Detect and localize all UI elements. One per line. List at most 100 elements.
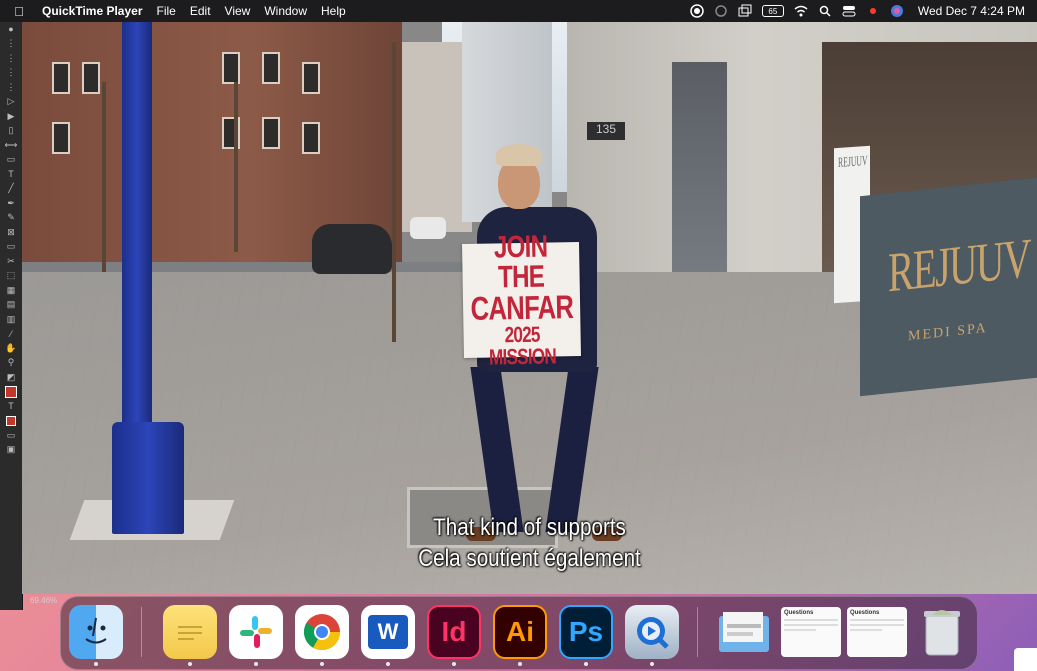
page-tool-icon[interactable]: ▯ (0, 124, 22, 139)
illustrator-letters: Ai (506, 616, 534, 647)
slack-icon[interactable] (229, 605, 283, 659)
photoshop-icon[interactable]: Ps (559, 605, 613, 659)
running-indicator (320, 662, 324, 666)
word-icon[interactable]: W (361, 605, 415, 659)
gradient-feather-tool-icon[interactable]: ▤ (0, 298, 22, 313)
poster-text: REJUUV (838, 153, 868, 171)
zoom-tool-icon[interactable]: ⚲ (0, 356, 22, 371)
menu-bar:  QuickTime Player File Edit View Window… (0, 0, 1037, 22)
scissors-tool-icon[interactable]: ✂ (0, 254, 22, 269)
menu-edit[interactable]: Edit (190, 4, 211, 18)
trash-icon[interactable] (915, 605, 969, 659)
running-indicator (386, 662, 390, 666)
pencil-tool-icon[interactable]: ✎ (0, 211, 22, 226)
running-indicator (188, 662, 192, 666)
control-center-icon[interactable] (842, 4, 856, 18)
building-window (82, 62, 100, 94)
hand-tool-icon[interactable]: ✋ (0, 341, 22, 356)
direct-selection-tool-icon[interactable]: ▶ (0, 109, 22, 124)
menu-help[interactable]: Help (321, 4, 346, 18)
word-letter: W (368, 615, 408, 649)
panel-grip-icon: ⋮ (6, 52, 16, 63)
app-menu[interactable]: QuickTime Player (42, 4, 143, 18)
subtitle-english: That kind of supports (433, 514, 626, 541)
default-colors-icon[interactable]: ◩ (0, 370, 22, 385)
dock-separator (697, 607, 698, 657)
quicktime-icon[interactable] (625, 605, 679, 659)
panel-grip-icon: ⋮ (6, 38, 16, 49)
content-collector-icon[interactable]: ▭ (0, 153, 22, 168)
finder-icon[interactable] (69, 605, 123, 659)
indesign-icon[interactable]: Id (427, 605, 481, 659)
document-thumbnail[interactable]: Questions (847, 607, 907, 657)
document-title: Questions (784, 610, 814, 616)
free-transform-tool-icon[interactable]: ⬚ (0, 269, 22, 284)
panel-grip-icon: ⋮ (6, 67, 16, 78)
building-window (52, 122, 70, 154)
notes-icon[interactable] (163, 605, 217, 659)
subtitles: That kind of supports Cela soutient égal… (22, 512, 1037, 574)
apple-menu-icon[interactable]:  (12, 4, 26, 19)
address-number: 135 (587, 122, 625, 140)
running-indicator (584, 662, 588, 666)
line-tool-icon[interactable]: ╱ (0, 182, 22, 197)
search-icon[interactable] (818, 4, 832, 18)
indesign-letters: Id (441, 616, 467, 647)
folder-stack-icon[interactable] (717, 605, 771, 659)
sign-line-1: JOIN THE (493, 228, 548, 295)
rectangle-frame-tool-icon[interactable]: ⊠ (0, 225, 22, 240)
building-window (302, 62, 320, 94)
screen-record-icon[interactable] (690, 4, 704, 18)
spa-sign: REJUUV MEDI SPA (860, 177, 1037, 397)
building-window (302, 122, 320, 154)
tree-trunk (392, 42, 396, 342)
battery-icon[interactable]: 65 (761, 5, 784, 17)
parked-car (312, 224, 392, 274)
tools-panel: ● ⋮ ⋮ ⋮ ⋮ ▷ ▶ ▯ ⟷ ▭ T ╱ ✒ ✎ ⊠ ▭ ✂ ⬚ ▦ ▤ … (0, 22, 23, 610)
panel-grip-icon: ⋮ (6, 81, 16, 92)
fill-stroke-swatch-icon[interactable] (0, 385, 22, 400)
view-mode-icon[interactable]: ▭ (0, 428, 22, 443)
running-indicator (254, 662, 258, 666)
dock-separator (141, 607, 142, 657)
menu-window[interactable]: Window (264, 4, 307, 18)
video-player[interactable]: 135 REJUUV REJUUV MEDI SPA JOIN THE CANF… (22, 22, 1037, 594)
running-indicator (518, 662, 522, 666)
running-indicator (94, 662, 98, 666)
zoom-level: 69.46% (30, 596, 58, 605)
sign-line-2: CANFAR (470, 288, 574, 327)
status-area: 65 Wed Dec 7 4:24 PM (690, 4, 1025, 18)
collapse-panel-icon[interactable]: ● (0, 22, 22, 37)
running-indicator (650, 662, 654, 666)
wifi-icon[interactable] (794, 4, 808, 18)
gap-tool-icon[interactable]: ⟷ (0, 138, 22, 153)
distant-car (410, 217, 446, 239)
illustrator-icon[interactable]: Ai (493, 605, 547, 659)
building-window (222, 52, 240, 84)
spa-brand: REJUUV (888, 227, 1030, 305)
type-tool-icon[interactable]: T (0, 167, 22, 182)
tree-trunk (102, 82, 106, 272)
menubar-clock[interactable]: Wed Dec 7 4:24 PM (918, 4, 1025, 18)
apply-color-icon[interactable] (0, 414, 22, 429)
chrome-icon[interactable] (295, 605, 349, 659)
person-hair (496, 144, 542, 166)
eyedropper-tool-icon[interactable]: ⁄ (0, 327, 22, 342)
selection-tool-icon[interactable]: ▷ (0, 95, 22, 110)
rectangle-tool-icon[interactable]: ▭ (0, 240, 22, 255)
siri-icon[interactable] (890, 4, 904, 18)
window-switcher-icon[interactable] (738, 4, 752, 18)
protest-sign: JOIN THE CANFAR 2025 MISSION (462, 229, 581, 370)
note-tool-icon[interactable]: ▥ (0, 312, 22, 327)
menu-view[interactable]: View (225, 4, 251, 18)
screen-mode-icon[interactable]: ▣ (0, 443, 22, 458)
document-thumbnail[interactable]: Questions (781, 607, 841, 657)
pen-tool-icon[interactable]: ✒ (0, 196, 22, 211)
document-title: Questions (850, 610, 880, 616)
formatting-affects-icon[interactable]: T (0, 399, 22, 414)
photoshop-letters: Ps (568, 616, 604, 647)
sync-icon[interactable] (714, 4, 728, 18)
recording-dot-icon (866, 4, 880, 18)
gradient-tool-icon[interactable]: ▦ (0, 283, 22, 298)
menu-file[interactable]: File (157, 4, 176, 18)
